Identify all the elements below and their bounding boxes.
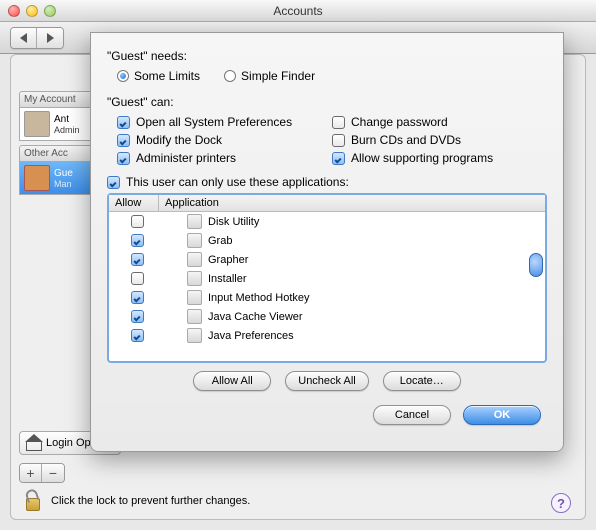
table-row[interactable]: Disk Utility [109,212,545,231]
capability-checkbox[interactable]: Open all System Preferences [117,115,332,129]
nav-segment [10,27,64,49]
app-icon [187,309,202,324]
locate-button[interactable]: Locate… [383,371,461,391]
allow-all-button[interactable]: Allow All [193,371,271,391]
checkbox-icon [332,134,345,147]
ok-button[interactable]: OK [463,405,541,425]
parental-controls-sheet: "Guest" needs: Some Limits Simple Finder… [90,32,564,452]
avatar [24,165,50,191]
capability-checkbox[interactable]: Modify the Dock [117,133,332,147]
checkbox-icon [117,134,130,147]
app-name: Grapher [208,254,248,266]
account-name: Gue [54,168,73,179]
allow-checkbox[interactable] [131,272,144,285]
checkbox-label: Allow supporting programs [351,151,493,165]
checkbox-icon [332,152,345,165]
account-name: Ant [54,114,80,125]
forward-button[interactable] [37,28,63,48]
checkbox-icon [107,176,120,189]
applications-table: Allow Application Disk Utility Grab Graphe… [107,193,547,363]
app-icon [187,252,202,267]
cancel-button[interactable]: Cancel [373,405,451,425]
capability-checkbox[interactable]: Administer printers [117,151,332,165]
capability-checkbox[interactable]: Burn CDs and DVDs [332,133,547,147]
table-row[interactable]: Grab [109,231,545,250]
can-label: "Guest" can: [107,95,547,109]
table-header: Allow Application [109,195,545,212]
checkbox-label: Change password [351,115,448,129]
help-button[interactable]: ? [551,493,571,513]
app-icon [187,328,202,343]
accounts-sidebar: My Account Ant Admin Other Acc Gue Man [19,91,99,195]
back-button[interactable] [11,28,37,48]
radio-icon [117,70,129,82]
add-account-button[interactable]: + [20,464,42,482]
col-application[interactable]: Application [159,195,545,211]
window-title: Accounts [0,4,596,18]
app-icon [187,290,202,305]
radio-label: Some Limits [134,69,200,83]
avatar [24,111,50,137]
needs-label: "Guest" needs: [107,49,547,63]
radio-icon [224,70,236,82]
lock-row: Click the lock to prevent further change… [23,491,250,511]
table-row[interactable]: Java Preferences [109,326,545,345]
radio-some-limits[interactable]: Some Limits [117,69,200,83]
checkbox-icon [117,116,130,129]
checkbox-icon [332,116,345,129]
sidebar-section-header: My Account [19,91,99,108]
remove-account-button[interactable]: − [42,464,64,482]
account-row-selected[interactable]: Gue Man [19,162,99,195]
app-icon [187,214,202,229]
app-name: Input Method Hotkey [208,292,310,304]
house-icon [26,435,42,451]
add-remove-segment: + − [19,463,65,483]
titlebar: Accounts [0,0,596,22]
checkbox-label: Open all System Preferences [136,115,292,129]
allow-checkbox[interactable] [131,329,144,342]
app-name: Disk Utility [208,216,259,228]
col-allow[interactable]: Allow [109,195,159,211]
allow-checkbox[interactable] [131,291,144,304]
app-name: Installer [208,273,247,285]
app-name: Java Preferences [208,330,294,342]
checkbox-label: Modify the Dock [136,133,222,147]
checkbox-label: Burn CDs and DVDs [351,133,461,147]
table-row[interactable]: Java Cache Viewer [109,307,545,326]
allow-checkbox[interactable] [131,215,144,228]
account-row[interactable]: Ant Admin [19,108,99,141]
checkbox-label: Administer printers [136,151,236,165]
account-role: Man [54,179,73,189]
account-role: Admin [54,125,80,135]
app-name: Grab [208,235,232,247]
scrollbar-thumb[interactable] [529,253,543,277]
lock-icon[interactable] [23,491,43,511]
uncheck-all-button[interactable]: Uncheck All [285,371,368,391]
radio-simple-finder[interactable]: Simple Finder [224,69,315,83]
app-name: Java Cache Viewer [208,311,303,323]
allow-checkbox[interactable] [131,310,144,323]
app-icon [187,271,202,286]
app-icon [187,233,202,248]
capability-checkbox[interactable]: Allow supporting programs [332,151,547,165]
capability-checkbox[interactable]: Change password [332,115,547,129]
allow-checkbox[interactable] [131,253,144,266]
checkbox-label: This user can only use these application… [126,175,349,189]
chevron-left-icon [20,33,27,43]
chevron-right-icon [47,33,54,43]
checkbox-icon [117,152,130,165]
lock-text: Click the lock to prevent further change… [51,495,250,507]
allow-checkbox[interactable] [131,234,144,247]
sidebar-section-header: Other Acc [19,145,99,162]
radio-label: Simple Finder [241,69,315,83]
table-row[interactable]: Installer [109,269,545,288]
limit-apps-checkbox[interactable]: This user can only use these application… [107,175,547,189]
table-row[interactable]: Grapher [109,250,545,269]
table-row[interactable]: Input Method Hotkey [109,288,545,307]
